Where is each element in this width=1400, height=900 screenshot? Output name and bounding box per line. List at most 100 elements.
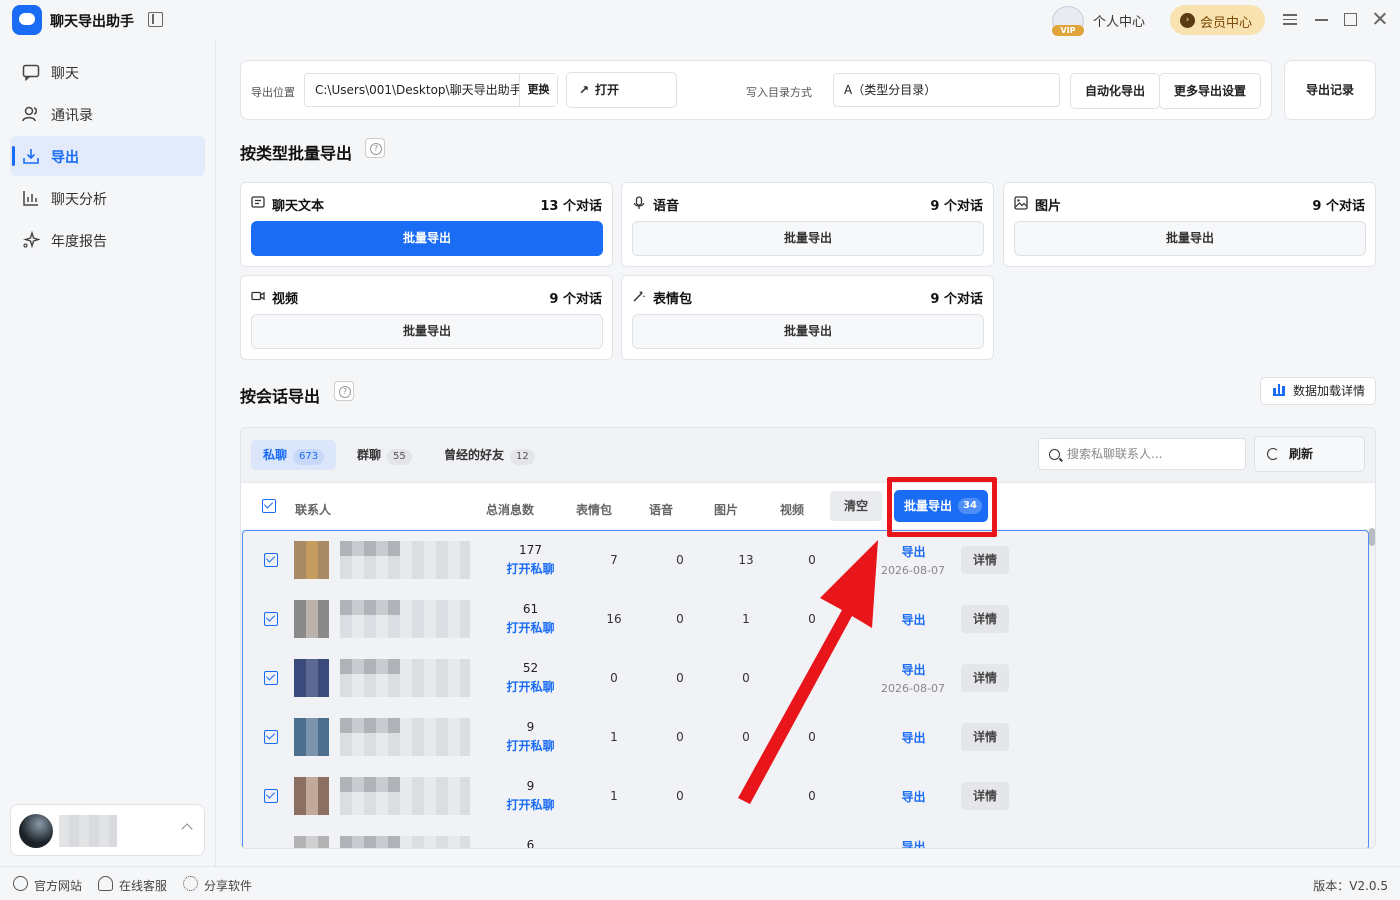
- detail-button[interactable]: 详情: [961, 782, 1009, 810]
- chat-icon: [22, 64, 40, 81]
- message-text-icon: [251, 196, 265, 208]
- dir-mode-value: A（类型分目录）: [844, 83, 937, 97]
- change-path-button[interactable]: 更换: [519, 74, 557, 106]
- share-software-link[interactable]: 分享软件: [204, 877, 252, 894]
- open-chat-link[interactable]: 打开私聊: [493, 737, 568, 754]
- export-link[interactable]: 导出: [891, 611, 936, 628]
- batch-export-video-button[interactable]: 批量导出: [251, 314, 603, 349]
- tab-former-friends[interactable]: 曾经的好友 12: [432, 440, 547, 470]
- type-count: 9 个对话: [930, 199, 983, 214]
- scrollbar-thumb[interactable]: [1369, 528, 1375, 546]
- user-name-blurred: [59, 815, 117, 847]
- row-checkbox[interactable]: [264, 671, 278, 685]
- official-website-link[interactable]: 官方网站: [34, 877, 82, 894]
- clear-selection-button[interactable]: 清空: [830, 491, 882, 521]
- row-checkbox[interactable]: [264, 848, 278, 849]
- data-load-details-label: 数据加载详情: [1293, 384, 1366, 398]
- type-card-image: 图片 9 个对话 批量导出: [1003, 182, 1376, 267]
- data-load-details-button[interactable]: 数据加载详情: [1260, 377, 1376, 405]
- tab-group-chat[interactable]: 群聊 55: [345, 440, 424, 470]
- open-chat-link[interactable]: 打开私聊: [493, 560, 568, 577]
- batch-export-sticker-button[interactable]: 批量导出: [632, 314, 984, 349]
- total-messages: 9: [526, 720, 535, 734]
- contact-avatar-blurred: [294, 718, 329, 756]
- app-title: 聊天导出助手: [50, 14, 134, 30]
- close-icon[interactable]: [1372, 11, 1388, 27]
- sticker-count: 1: [610, 789, 618, 803]
- tab-count-badge: 673: [293, 449, 325, 465]
- contact-name-blurred: [340, 718, 470, 756]
- sticker-count: 0: [610, 671, 618, 685]
- annotation-arrow-icon: [738, 540, 878, 804]
- contact-name-blurred: [340, 836, 470, 848]
- external-link-icon: ↗: [579, 83, 590, 97]
- detail-button[interactable]: 详情: [961, 546, 1009, 574]
- maximize-icon[interactable]: [1342, 11, 1358, 27]
- more-export-settings-button[interactable]: 更多导出设置: [1159, 73, 1261, 109]
- row-checkbox[interactable]: [264, 789, 278, 803]
- export-location-label: 导出位置: [251, 86, 295, 99]
- sidebar-item-chat[interactable]: 聊天: [10, 52, 205, 92]
- contact-avatar-blurred: [294, 600, 329, 638]
- export-link[interactable]: 导出: [891, 729, 936, 746]
- batch-export-voice-button[interactable]: 批量导出: [632, 221, 984, 256]
- online-support-link[interactable]: 在线客服: [119, 877, 167, 894]
- total-messages: 9: [526, 779, 535, 793]
- open-chat-link[interactable]: 打开私聊: [493, 796, 568, 813]
- tab-private-chat[interactable]: 私聊 673: [251, 440, 337, 470]
- row-checkbox[interactable]: [264, 612, 278, 626]
- highlight-annotation-box: [887, 477, 997, 537]
- open-chat-link[interactable]: 打开私聊: [493, 619, 568, 636]
- open-folder-button[interactable]: ↗ 打开: [566, 72, 677, 108]
- row-checkbox[interactable]: [264, 730, 278, 744]
- export-link[interactable]: 导出: [891, 661, 936, 678]
- globe-icon: [13, 876, 28, 891]
- help-icon[interactable]: [365, 138, 385, 158]
- type-card-voice: 语音 9 个对话 批量导出: [621, 182, 994, 267]
- contact-name-blurred: [340, 659, 470, 697]
- tab-label: 私聊: [263, 448, 288, 462]
- detail-button[interactable]: 详情: [961, 664, 1009, 692]
- member-center-button[interactable]: › 会员中心: [1170, 5, 1265, 35]
- batch-export-text-button[interactable]: 批量导出: [251, 221, 603, 256]
- total-messages: 6: [526, 838, 535, 849]
- help-icon[interactable]: [334, 381, 354, 401]
- sidebar: 聊天 通讯录 导出 聊天分析 年度报告: [0, 40, 216, 866]
- bar-chart-icon: [1273, 384, 1285, 396]
- sidebar-toggle-icon[interactable]: [148, 12, 163, 27]
- sidebar-item-annual-report[interactable]: 年度报告: [10, 220, 205, 260]
- export-link[interactable]: 导出: [891, 543, 936, 560]
- sidebar-item-label: 聊天: [51, 66, 79, 82]
- voice-count: 0: [676, 553, 684, 567]
- contacts-icon: [22, 106, 37, 122]
- personal-center-link[interactable]: 个人中心: [1093, 11, 1145, 30]
- tab-label: 曾经的好友: [444, 448, 505, 462]
- magic-wand-icon: [633, 290, 646, 302]
- detail-button[interactable]: 详情: [961, 723, 1009, 751]
- batch-export-image-button[interactable]: 批量导出: [1014, 221, 1366, 256]
- export-link[interactable]: 导出: [891, 838, 936, 848]
- select-all-checkbox[interactable]: [262, 499, 276, 513]
- sidebar-item-export[interactable]: 导出: [10, 136, 205, 176]
- contact-search-input[interactable]: [1067, 439, 1242, 469]
- avatar: [19, 814, 53, 848]
- column-voice: 语音: [649, 503, 674, 517]
- user-account-card[interactable]: [10, 804, 205, 856]
- app-logo-icon: [12, 5, 42, 35]
- export-link[interactable]: 导出: [891, 788, 936, 805]
- export-records-button[interactable]: 导出记录: [1284, 60, 1376, 120]
- refresh-icon: [1267, 448, 1279, 460]
- auto-export-button[interactable]: 自动化导出: [1070, 73, 1160, 109]
- member-center-label: 会员中心: [1200, 16, 1253, 31]
- detail-button[interactable]: 详情: [961, 605, 1009, 633]
- open-chat-link[interactable]: 打开私聊: [493, 678, 568, 695]
- menu-icon[interactable]: [1283, 11, 1299, 27]
- dir-mode-select[interactable]: A（类型分目录）: [833, 73, 1060, 107]
- minimize-icon[interactable]: [1314, 11, 1330, 27]
- sidebar-item-contacts[interactable]: 通讯录: [10, 94, 205, 134]
- arrow-right-icon: ›: [1180, 13, 1195, 28]
- row-checkbox[interactable]: [264, 553, 278, 567]
- refresh-button[interactable]: 刷新: [1254, 436, 1365, 472]
- sidebar-item-analysis[interactable]: 聊天分析: [10, 178, 205, 218]
- total-messages: 177: [519, 543, 542, 557]
